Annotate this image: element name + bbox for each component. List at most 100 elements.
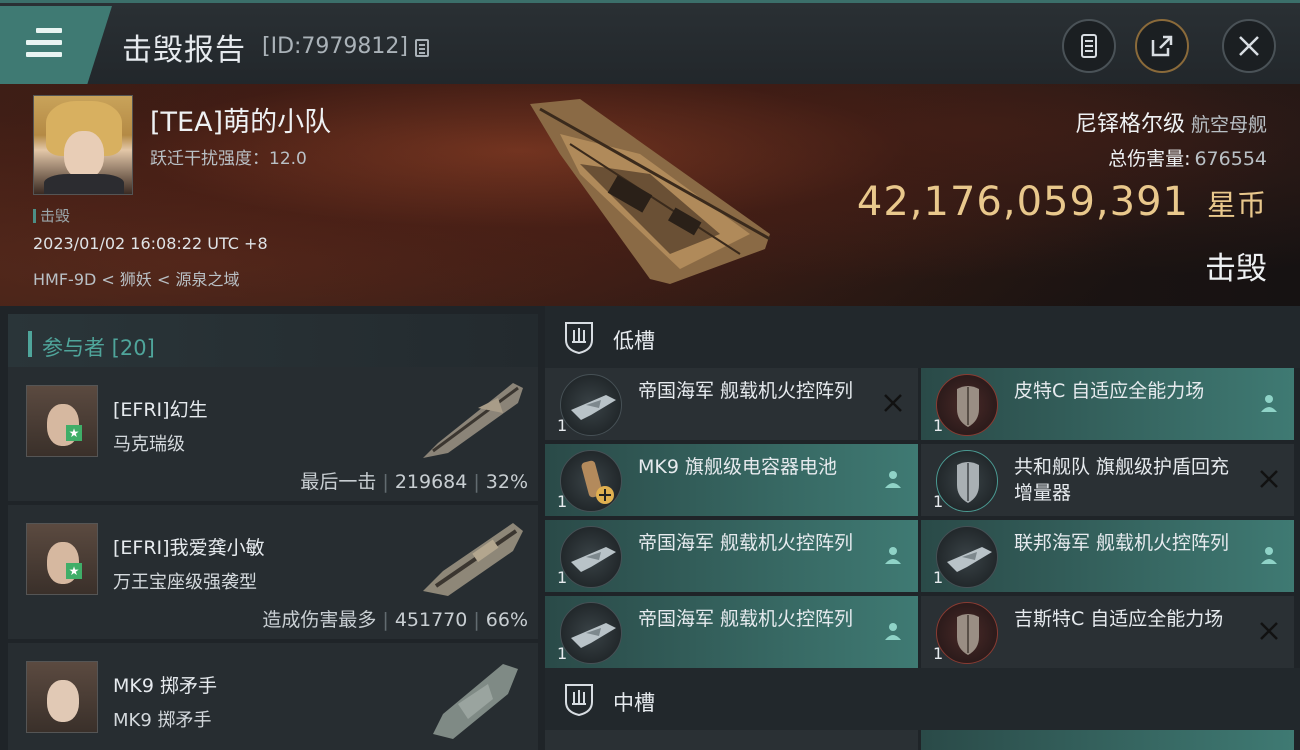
kill-tag: 击毁 — [33, 205, 70, 226]
participant-percent: 66% — [485, 609, 528, 631]
participant-row[interactable]: MK9 掷矛手 MK9 掷矛手 — [8, 643, 538, 750]
victim-ship-image[interactable] — [520, 94, 790, 294]
dropped-icon — [1261, 395, 1277, 412]
module-item[interactable]: 1 联邦海军 舰载机火控阵列 — [921, 520, 1294, 592]
module-quantity: 1 — [557, 568, 568, 587]
module-quantity: 1 — [557, 416, 568, 435]
close-icon — [1239, 36, 1259, 56]
total-damage-value: 676554 — [1194, 148, 1267, 170]
dropped-icon — [885, 471, 901, 488]
participant-row[interactable]: ★ [EFRI]我爱龚小敏 万王宝座级强袭型 造成伤害最多 | 451770 | 66% — [8, 505, 538, 639]
module-item[interactable]: 1 MK9 旗舰级电容器电池 — [545, 444, 918, 516]
fighter-icon — [560, 526, 622, 588]
ship-name: 尼铎格尔级 — [1074, 112, 1185, 137]
module-name: 共和舰队 旗舰级护盾回充增量器 — [1014, 456, 1230, 504]
module-item[interactable]: 1 帝国海军 舰载机火控阵列 — [545, 368, 918, 440]
kill-summary: [TEA]萌的小队 跃迁干扰强度：12.0 击毁 2023/01/02 16:0… — [0, 84, 1300, 306]
low-slot-header: 低槽 — [545, 306, 1300, 368]
participants-count: 参与者 [20] — [42, 336, 155, 360]
module-item[interactable]: 1 皮特C 自适应全能力场 — [921, 368, 1294, 440]
victim-avatar[interactable] — [33, 95, 133, 195]
module-item[interactable] — [545, 730, 918, 750]
module-item[interactable]: 1 吉斯特C 自适应全能力场 — [921, 596, 1294, 668]
module-quantity: 1 — [933, 568, 944, 587]
report-id: [ID:7979812] — [262, 34, 408, 59]
total-damage-label: 总伤害量: — [1108, 148, 1191, 170]
kill-timestamp: 2023/01/02 16:08:22 UTC +8 — [33, 234, 268, 253]
top-bar: 击毁报告 [ID:7979812] — [0, 0, 1300, 84]
module-item[interactable]: 1 帝国海军 舰载机火控阵列 — [545, 596, 918, 668]
module-quantity: 1 — [557, 492, 568, 511]
module-name: 帝国海军 舰载机火控阵列 — [638, 532, 854, 554]
share-button[interactable] — [1135, 19, 1189, 73]
low-slot-label: 低槽 — [613, 329, 655, 353]
ship-type: 航空母舰 — [1190, 114, 1267, 136]
participant-percent: 32% — [485, 471, 528, 493]
module-quantity: 1 — [933, 492, 944, 511]
participant-ship-image — [423, 523, 523, 596]
close-button[interactable] — [1222, 19, 1276, 73]
share-icon — [1151, 35, 1173, 57]
participant-name: MK9 掷矛手 — [113, 675, 217, 697]
avatar — [26, 385, 98, 457]
participant-ship: MK9 掷矛手 — [113, 710, 212, 731]
copy-icon[interactable] — [415, 39, 429, 57]
page-title: 击毁报告 — [122, 33, 246, 68]
fitting-panel: 低槽 1 帝国海军 舰载机火控阵列 1 皮特C 自适应全能力场 1 MK9 旗舰… — [545, 306, 1300, 750]
participant-stats: 造成伤害最多 | 451770 | 66% — [262, 609, 528, 631]
mid-slot-header: 中槽 — [545, 668, 1300, 730]
fighter-icon — [936, 526, 998, 588]
status-label: 击毁 — [1205, 251, 1267, 287]
fighter-icon — [560, 374, 622, 436]
fighter-icon — [560, 602, 622, 664]
module-item[interactable] — [921, 730, 1294, 750]
warp-scramble-strength: 跃迁干扰强度：12.0 — [150, 149, 307, 169]
dropped-icon — [1261, 547, 1277, 564]
participants-header[interactable]: 参与者 [20] — [8, 314, 538, 368]
victim-name[interactable]: [TEA]萌的小队 — [150, 100, 331, 139]
module-name: 吉斯特C 自适应全能力场 — [1014, 608, 1224, 630]
participant-name: [EFRI]我爱龚小敏 — [113, 537, 265, 559]
kill-location[interactable]: HMF-9D < 狮妖 < 源泉之域 — [33, 266, 239, 290]
module-item[interactable]: 1 共和舰队 旗舰级护盾回充增量器 — [921, 444, 1294, 516]
low-slot-icon — [565, 322, 593, 354]
dropped-icon — [885, 547, 901, 564]
destroyed-icon — [1260, 470, 1278, 488]
participant-role: 最后一击 — [300, 471, 377, 493]
participant-ship-image — [423, 383, 523, 458]
shield-icon — [936, 602, 998, 664]
participant-row[interactable]: ★ [EFRI]幻生 马克瑞级 最后一击 | 219684 | 32% — [8, 367, 538, 501]
module-quantity: 1 — [557, 644, 568, 663]
destroyed-icon — [884, 394, 902, 412]
isk-value: 42,176,059,391 — [856, 179, 1189, 225]
document-button[interactable] — [1062, 19, 1116, 73]
module-item[interactable]: 1 帝国海军 舰载机火控阵列 — [545, 520, 918, 592]
hamburger-icon — [26, 28, 62, 64]
participant-damage: 219684 — [394, 471, 468, 493]
participant-ship: 马克瑞级 — [113, 434, 185, 455]
avatar — [26, 523, 98, 595]
participant-stats: 最后一击 | 219684 | 32% — [300, 471, 528, 493]
module-name: 皮特C 自适应全能力场 — [1014, 380, 1205, 402]
avatar — [26, 661, 98, 733]
shield-icon — [936, 374, 998, 436]
star-icon: ★ — [66, 425, 82, 441]
participant-ship-image — [433, 664, 518, 739]
destroyed-icon — [1260, 622, 1278, 640]
isk-unit: 星币 — [1206, 188, 1267, 222]
module-name: 帝国海军 舰载机火控阵列 — [638, 380, 854, 402]
mid-slot-label: 中槽 — [613, 691, 655, 715]
star-icon: ★ — [66, 563, 82, 579]
participants-panel: 参与者 [20] ★ [EFRI]幻生 马克瑞级 最后一击 | 219684 | 32%… — [0, 306, 545, 750]
participant-damage: 451770 — [394, 609, 468, 631]
module-name: 帝国海军 舰载机火控阵列 — [638, 608, 854, 630]
participant-role: 造成伤害最多 — [262, 609, 377, 631]
module-quantity: 1 — [933, 416, 944, 435]
document-icon — [1081, 34, 1097, 58]
mid-slot-icon — [565, 684, 593, 716]
participant-ship: 万王宝座级强袭型 — [113, 572, 257, 593]
kill-value-panel: 尼铎格尔级 航空母舰 总伤害量: 676554 42,176,059,391 星币 击… — [857, 106, 1267, 288]
battery-icon — [560, 450, 622, 512]
menu-button[interactable] — [0, 6, 112, 84]
module-quantity: 1 — [933, 644, 944, 663]
